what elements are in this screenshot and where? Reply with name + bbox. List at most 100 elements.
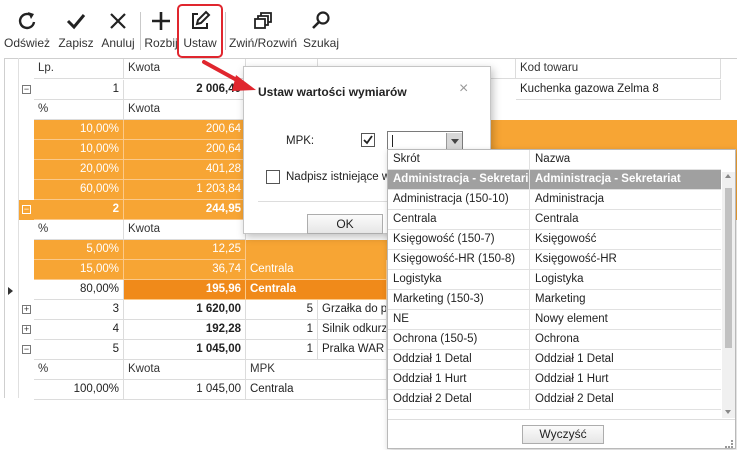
collapse-expand-label: Zwiń/Rozwiń	[228, 36, 297, 50]
dropdown-scrollbar[interactable]	[722, 172, 735, 418]
row-expander-minus[interactable]: −	[22, 345, 31, 354]
dropdown-item[interactable]: Ochrona (150-5) Ochrona	[388, 330, 721, 350]
subgrid-amount: 12,25	[124, 240, 246, 260]
set-label: Ustaw	[183, 36, 217, 50]
subgrid-header-kwota[interactable]: Kwota	[124, 360, 246, 380]
dropdown-header-name[interactable]: Nazwa	[530, 150, 720, 169]
subgrid-header-percent[interactable]: %	[34, 220, 124, 240]
row-kwota: 1 620,00	[124, 300, 246, 320]
subgrid-header-kwota[interactable]: Kwota	[124, 100, 246, 120]
dropdown-item-code: Ochrona (150-5)	[388, 330, 530, 350]
subgrid-header-kwota[interactable]: Kwota	[124, 220, 246, 240]
subgrid-header-mpk[interactable]: MPK	[246, 360, 387, 380]
dropdown-item[interactable]: Marketing (150-3) Marketing	[388, 290, 721, 310]
dropdown-header-code[interactable]: Skrót	[388, 150, 530, 170]
dropdown-item[interactable]: Logistyka Logistyka	[388, 270, 721, 290]
dropdown-item-name: Oddział 1 Hurt	[535, 373, 609, 385]
dropdown-footer-divider	[388, 419, 735, 420]
subgrid-header-percent[interactable]: %	[34, 360, 124, 380]
set-button[interactable]: Ustaw	[180, 8, 220, 56]
row-quantity: 1	[246, 320, 318, 340]
dropdown-item[interactable]: NE Nowy element	[388, 310, 721, 330]
dropdown-item-code: Marketing (150-3)	[388, 290, 530, 310]
dropdown-item[interactable]: Oddział 1 Detal Oddział 1 Detal	[388, 350, 721, 370]
checkmark-icon	[66, 14, 86, 30]
mpk-combobox[interactable]	[387, 131, 463, 151]
dropdown-item[interactable]: Administracja (150-10) Administracja	[388, 190, 721, 210]
dropdown-item[interactable]: Centrala Centrala	[388, 210, 721, 230]
row-lp: 2	[34, 200, 124, 220]
refresh-button[interactable]: Odśwież	[4, 8, 50, 56]
subgrid-amount: 200,64	[124, 140, 246, 160]
scrollbar-thumb[interactable]	[725, 188, 732, 348]
dropdown-item-code: NE	[388, 310, 530, 330]
search-button[interactable]: Szukaj	[302, 8, 340, 56]
collapse-expand-icon	[254, 12, 272, 29]
subgrid-header-percent[interactable]: %	[34, 100, 124, 120]
dropdown-item-code: Oddział 1 Hurt	[388, 370, 530, 390]
dropdown-item-name: Ochrona	[535, 333, 580, 345]
ok-button[interactable]: OK	[307, 214, 383, 234]
dropdown-item-name: Marketing	[535, 293, 586, 305]
chevron-down-icon[interactable]	[446, 133, 462, 149]
row-expander-minus[interactable]: −	[22, 85, 31, 94]
mpk-dropdown-list: Skrót Nazwa Administracja - Sekretari...…	[387, 149, 736, 449]
dropdown-item-name: Centrala	[535, 213, 579, 225]
cancel-button[interactable]: Anuluj	[98, 8, 138, 56]
dropdown-item[interactable]: Oddział 2 Detal Oddział 2 Detal	[388, 390, 721, 410]
dropdown-item-code: Księgowość-HR (150-8)	[388, 250, 530, 270]
save-label: Zapisz	[58, 36, 94, 50]
row-kwota: 244,95	[124, 200, 246, 220]
dropdown-item-name: Księgowość-HR	[535, 253, 617, 265]
subgrid-amount[interactable]: 195,96	[124, 280, 246, 300]
row-expander-minus[interactable]: −	[22, 205, 31, 214]
plus-icon	[152, 12, 170, 30]
subgrid-percent[interactable]: 80,00%	[34, 280, 124, 300]
grid-left-border	[4, 58, 5, 398]
row-kwota: 192,28	[124, 320, 246, 340]
toolbar-separator	[225, 12, 226, 50]
subgrid-mpk: Centrala	[246, 380, 387, 400]
dialog-title: Ustaw wartości wymiarów	[258, 85, 407, 99]
subgrid-amount: 1 203,84	[124, 180, 246, 200]
dropdown-item-name: Logistyka	[535, 273, 584, 285]
overwrite-checkbox[interactable]	[266, 170, 280, 184]
refresh-label: Odśwież	[4, 36, 51, 50]
dropdown-item-code: Administracja (150-10)	[388, 190, 530, 210]
row-expander-plus[interactable]: +	[22, 325, 31, 334]
collapse-expand-button[interactable]: Zwiń/Rozwiń	[228, 8, 298, 56]
column-header-lp[interactable]: Lp.	[34, 59, 124, 79]
scroll-down-icon[interactable]	[725, 410, 731, 414]
dropdown-item-name: Administracja - Sekretariat	[535, 173, 681, 185]
dropdown-item[interactable]: Oddział 1 Hurt Oddział 1 Hurt	[388, 370, 721, 390]
scroll-up-icon[interactable]	[725, 174, 731, 178]
dropdown-item[interactable]: Księgowość-HR (150-8) Księgowość-HR	[388, 250, 721, 270]
dropdown-item-code: Administracja - Sekretari...	[388, 170, 530, 190]
clear-button[interactable]: Wyczyść	[522, 425, 604, 444]
dropdown-item[interactable]: Księgowość (150-7) Księgowość	[388, 230, 721, 250]
search-label: Szukaj	[302, 36, 340, 50]
grid-indicator-column	[18, 58, 19, 398]
dropdown-header-row: Skrót Nazwa	[388, 150, 721, 170]
column-header-kod-towaru[interactable]: Kod towaru	[516, 59, 721, 79]
overwrite-label: Nadpisz istniejące wa	[286, 171, 397, 183]
row-expander-plus[interactable]: +	[22, 305, 31, 314]
row-product-name: Pralka WAR s	[318, 340, 387, 360]
toolbar-separator	[140, 12, 141, 50]
dialog-close-icon[interactable]: ×	[459, 80, 468, 98]
row-product-name: Silnik odkurz	[318, 320, 387, 340]
dropdown-item[interactable]: Administracja - Sekretari... Administracj…	[388, 170, 721, 190]
subgrid-amount: 401,28	[124, 160, 246, 180]
row-lp: 5	[34, 340, 124, 360]
dropdown-item-code: Oddział 2 Detal	[388, 390, 530, 410]
checkmark-icon	[363, 135, 373, 145]
dropdown-item-code: Oddział 1 Detal	[388, 350, 530, 370]
subgrid-percent: 10,00%	[34, 140, 124, 160]
subgrid-mpk[interactable]: Centrala	[246, 280, 387, 300]
split-button[interactable]: Rozbij	[143, 8, 179, 56]
save-button[interactable]: Zapisz	[56, 8, 96, 56]
resize-grip-icon[interactable]	[725, 440, 733, 448]
mpk-checkbox[interactable]	[361, 133, 375, 147]
subgrid-mpk: Centrala	[246, 260, 387, 280]
row-product-name: Grzałka do pr	[318, 300, 387, 320]
